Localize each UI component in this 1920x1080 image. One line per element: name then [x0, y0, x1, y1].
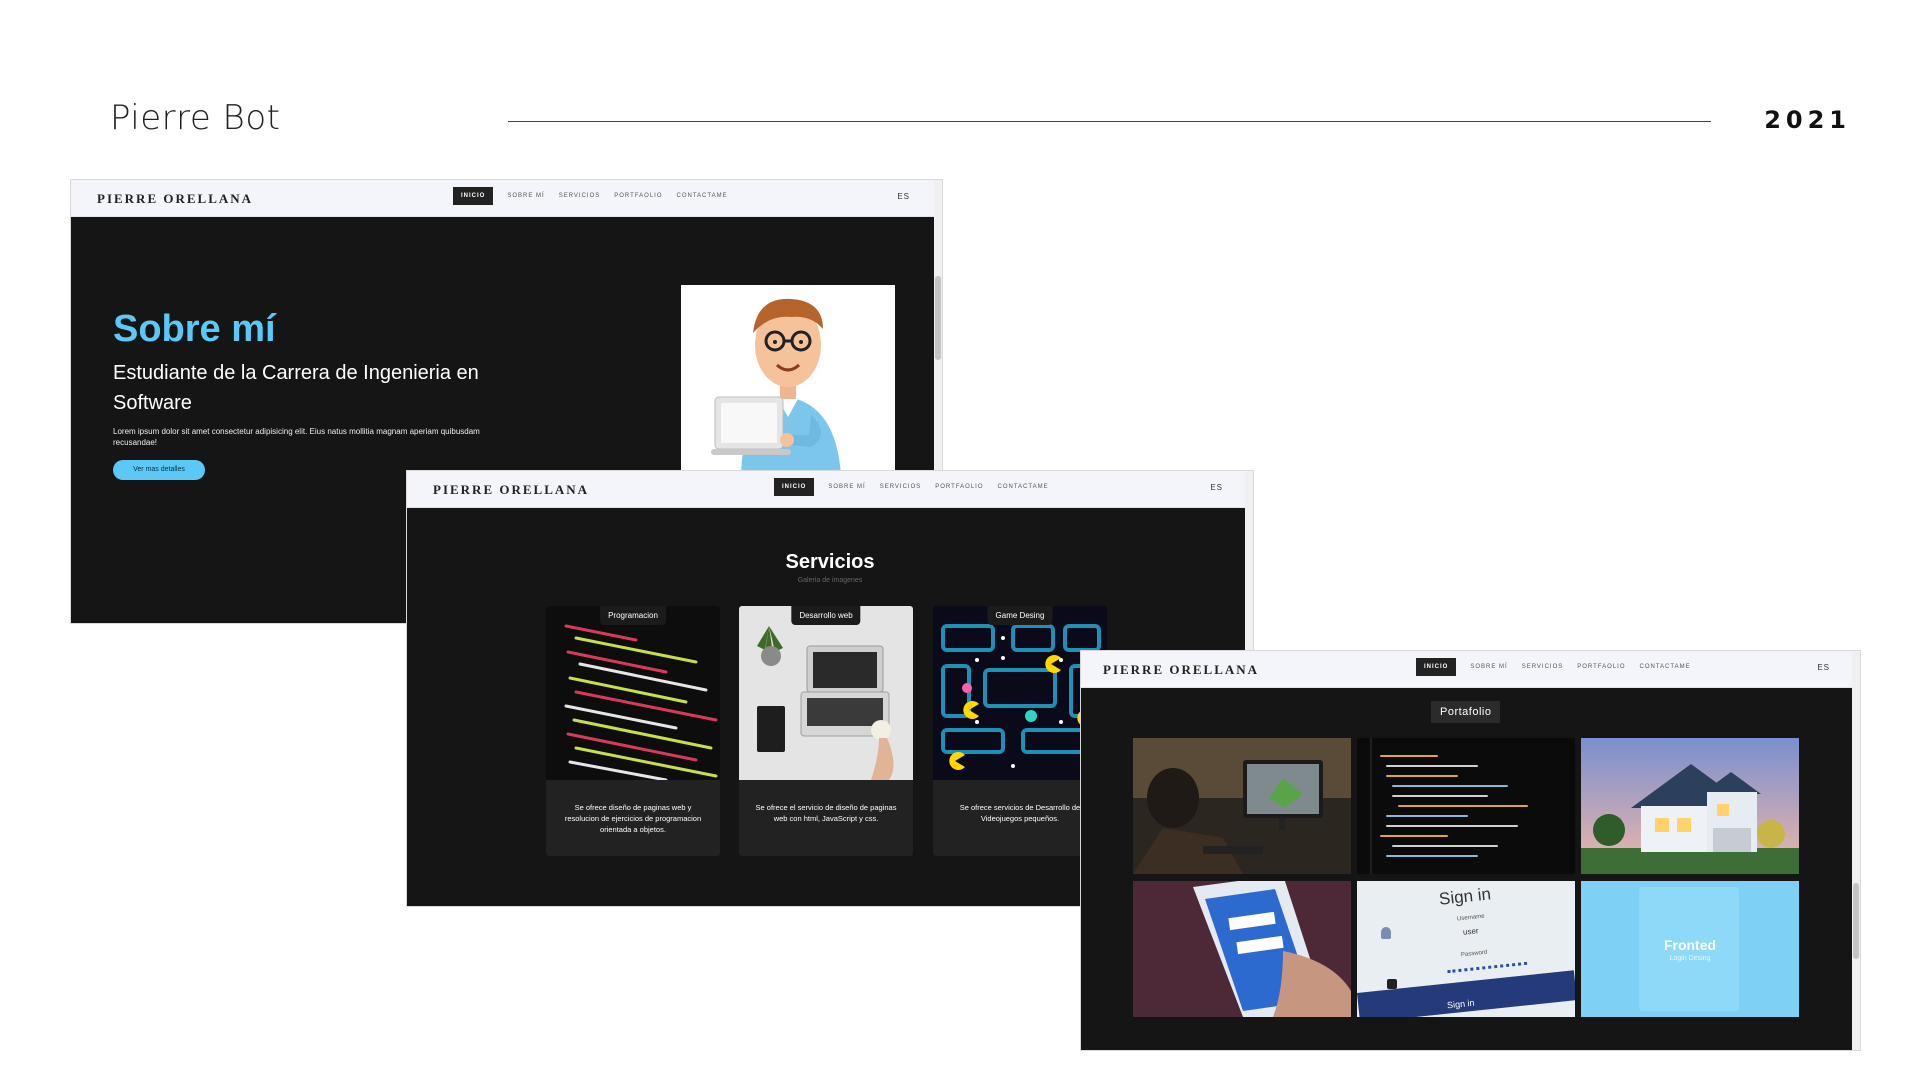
- slide-divider: [508, 121, 1711, 122]
- house-image: [1581, 738, 1799, 874]
- services-subheading: Galeria de imagenes: [797, 577, 863, 584]
- password-dots: [1446, 956, 1528, 974]
- nav-item-inicio[interactable]: INICIO: [1416, 658, 1457, 676]
- brand-logo[interactable]: PIERRE ORELLANA: [97, 191, 253, 207]
- about-subtitle: Estudiante de la Carrera de Ingenieria e…: [113, 362, 479, 414]
- card-description: Se ofrece servicios de Desarrollo de Vid…: [959, 803, 1081, 823]
- scroll-thumb[interactable]: [1853, 883, 1859, 959]
- nav-item-portfaolio[interactable]: PORTFAOLIO: [614, 188, 662, 204]
- nav-menu: INICIO SOBRE MÍ SERVICIOS PORTFAOLIO CON…: [453, 187, 728, 205]
- language-switch[interactable]: ES: [1210, 483, 1223, 492]
- nav-menu: INICIO SOBRE MÍ SERVICIOS PORTFAOLIO CON…: [1416, 658, 1691, 676]
- services-heading: Servicios: [785, 551, 875, 573]
- card-tag: Programacion: [600, 606, 666, 625]
- nav-item-servicios[interactable]: SERVICIOS: [559, 188, 601, 204]
- nav-item-sobre-mi[interactable]: SOBRE MÍ: [1470, 659, 1507, 675]
- slide-year: 2021: [1764, 106, 1851, 134]
- nav-item-contactame[interactable]: CONTACTAME: [998, 479, 1049, 495]
- brand-logo[interactable]: PIERRE ORELLANA: [1103, 662, 1259, 678]
- mobile-phone-image: [1133, 881, 1351, 1017]
- lock-icon: [1387, 979, 1397, 989]
- service-card-programacion[interactable]: Programacion Se ofrece diseño de paginas…: [546, 606, 720, 856]
- scrollbar[interactable]: [1852, 651, 1860, 1050]
- fronted-subtitle: Login Desing: [1669, 955, 1711, 962]
- code-editor-image: [1357, 738, 1575, 874]
- portfolio-tile-code[interactable]: [1357, 738, 1575, 874]
- portfolio-heading: Portafolio: [1431, 701, 1501, 723]
- screenshot-portfolio: PIERRE ORELLANA INICIO SOBRE MÍ SERVICIO…: [1081, 651, 1860, 1050]
- about-heading: Sobre mí: [113, 308, 276, 350]
- portfolio-tile-sign-in[interactable]: Sign in Username user Password Sign in: [1357, 881, 1575, 1017]
- nav-menu: INICIO SOBRE MÍ SERVICIOS PORTFAOLIO CON…: [774, 478, 1049, 496]
- nav-item-portfaolio[interactable]: PORTFAOLIO: [935, 479, 983, 495]
- navbar: PIERRE ORELLANA INICIO SOBRE MÍ SERVICIO…: [1081, 651, 1860, 688]
- fronted-title: Fronted: [1663, 937, 1717, 953]
- username-value: user: [1462, 926, 1479, 937]
- nav-item-inicio[interactable]: INICIO: [453, 187, 494, 205]
- avatar-illustration: [681, 285, 895, 475]
- code-screen-image: [546, 606, 720, 780]
- language-switch[interactable]: ES: [897, 192, 910, 201]
- cartoon-man-with-laptop-icon: [681, 285, 895, 475]
- slide-title: Pierre Bot: [110, 98, 281, 138]
- nav-item-portfaolio[interactable]: PORTFAOLIO: [1577, 659, 1625, 675]
- more-details-button[interactable]: Ver mas detalles: [113, 460, 205, 480]
- designer-desk-image: [1133, 738, 1351, 874]
- about-description: Lorem ipsum dolor sit amet consectetur a…: [113, 427, 480, 447]
- username-label: Username: [1456, 913, 1485, 923]
- user-icon: [1381, 927, 1391, 939]
- brand-logo[interactable]: PIERRE ORELLANA: [433, 482, 589, 498]
- nav-item-sobre-mi[interactable]: SOBRE MÍ: [507, 188, 544, 204]
- language-switch[interactable]: ES: [1817, 663, 1830, 672]
- nav-item-servicios[interactable]: SERVICIOS: [880, 479, 922, 495]
- card-tag: Game Desing: [987, 606, 1053, 625]
- nav-item-inicio[interactable]: INICIO: [774, 478, 815, 496]
- portfolio-tile-fronted[interactable]: Fronted Login Desing: [1581, 881, 1799, 1017]
- nav-item-servicios[interactable]: SERVICIOS: [1522, 659, 1564, 675]
- service-card-desarrollo-web[interactable]: Desarrollo web Se ofrece el servicio de …: [739, 606, 913, 856]
- navbar: PIERRE ORELLANA INICIO SOBRE MÍ SERVICIO…: [407, 471, 1253, 508]
- signin-button-bg: [1357, 970, 1575, 1017]
- password-label: Password: [1460, 949, 1488, 959]
- navbar: PIERRE ORELLANA INICIO SOBRE MÍ SERVICIO…: [71, 180, 942, 217]
- laptop-desk-image: [739, 606, 913, 780]
- signin-title: Sign in: [1438, 884, 1492, 909]
- portfolio-tile-house[interactable]: [1581, 738, 1799, 874]
- nav-item-contactame[interactable]: CONTACTAME: [1640, 659, 1691, 675]
- nav-item-contactame[interactable]: CONTACTAME: [677, 188, 728, 204]
- card-tag: Desarrollo web: [791, 606, 861, 625]
- card-description: Se ofrece diseño de paginas web y resolu…: [564, 803, 702, 834]
- portfolio-tile-3d-design[interactable]: [1133, 738, 1351, 874]
- scroll-thumb[interactable]: [935, 276, 941, 360]
- portfolio-tile-mobile[interactable]: [1133, 881, 1351, 1017]
- nav-item-sobre-mi[interactable]: SOBRE MÍ: [828, 479, 865, 495]
- card-description: Se ofrece el servicio de diseño de pagin…: [755, 803, 897, 823]
